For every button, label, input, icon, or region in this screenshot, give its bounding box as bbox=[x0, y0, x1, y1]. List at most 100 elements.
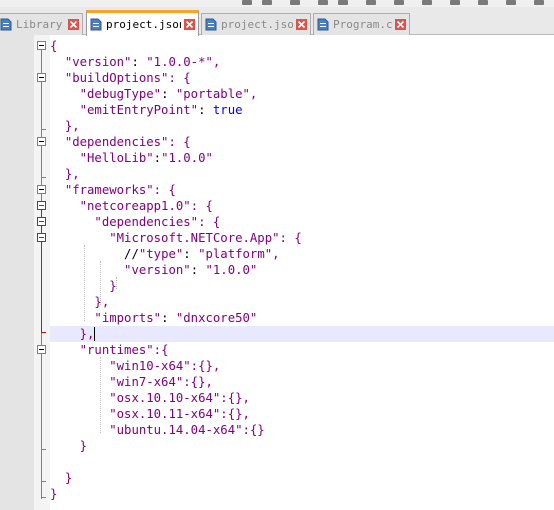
punct: } bbox=[79, 439, 88, 453]
fold-minus-icon[interactable] bbox=[37, 345, 46, 354]
fold-minus-icon[interactable] bbox=[37, 233, 46, 242]
json-key: "runtimes" bbox=[79, 343, 154, 357]
json-value: "1.0.0" bbox=[205, 263, 258, 277]
colon: : bbox=[153, 151, 162, 165]
toolbar-icon[interactable] bbox=[506, 0, 516, 5]
json-key: "win7-x64" bbox=[109, 375, 184, 389]
punct: :{} bbox=[242, 423, 265, 437]
json-key: "HelloLib" bbox=[79, 151, 154, 165]
json-key: "dependencies" bbox=[94, 215, 199, 229]
code-line-7: "dependencies": { bbox=[50, 134, 554, 150]
fold-end bbox=[41, 129, 46, 130]
toolbar-icon[interactable] bbox=[242, 0, 252, 5]
toolbar-icon[interactable] bbox=[534, 0, 544, 5]
fold-minus-icon[interactable] bbox=[37, 185, 46, 194]
toolbar-icon[interactable] bbox=[366, 0, 376, 5]
toolbar-icon[interactable] bbox=[450, 0, 460, 5]
fold-minus-icon[interactable] bbox=[37, 73, 46, 82]
fold-minus-icon[interactable] bbox=[37, 217, 46, 226]
json-key: "osx.10.11-x64" bbox=[109, 407, 221, 421]
json-key: "dependencies" bbox=[64, 135, 169, 149]
json-key: "frameworks" bbox=[64, 183, 154, 197]
toolbar-icon[interactable] bbox=[262, 0, 272, 5]
tab-bar: Library.cs project.json project.json bbox=[0, 7, 554, 36]
fold-end bbox=[41, 177, 46, 178]
punct: : { bbox=[168, 135, 191, 149]
comma: , bbox=[272, 247, 280, 261]
punct: : { bbox=[279, 231, 302, 245]
punct: :{}, bbox=[183, 375, 213, 389]
code-line-24: "osx.10.11-x64":{}, bbox=[50, 406, 554, 422]
punct: :{}, bbox=[220, 407, 250, 421]
colon: : bbox=[131, 55, 147, 69]
punct: }, bbox=[64, 119, 80, 133]
tab-project-json-active[interactable]: project.json bbox=[86, 10, 199, 36]
toolbar-icon[interactable] bbox=[422, 0, 432, 5]
punct: : { bbox=[153, 183, 176, 197]
code-line-23: "osx.10.10-x64":{}, bbox=[50, 390, 554, 406]
json-bool: true bbox=[212, 103, 243, 117]
fold-end bbox=[41, 481, 46, 482]
punct: }, bbox=[79, 327, 96, 341]
code-line-14: //"type": "platform", bbox=[50, 246, 554, 262]
tab-project-json[interactable]: project.json bbox=[201, 13, 311, 35]
json-value: "platform" bbox=[198, 247, 273, 261]
code-line-19-current: }, bbox=[50, 326, 554, 342]
code-line-22: "win7-x64":{}, bbox=[50, 374, 554, 390]
json-key: "buildOptions" bbox=[64, 71, 169, 85]
code-line-5: "emitEntryPoint": true bbox=[50, 102, 554, 118]
json-key: "version" bbox=[124, 263, 191, 277]
code-line-17: }, bbox=[50, 294, 554, 310]
fold-line-active bbox=[41, 210, 42, 332]
close-icon[interactable] bbox=[395, 19, 406, 30]
toolbar-icon[interactable] bbox=[478, 0, 488, 5]
fold-margin[interactable] bbox=[34, 35, 50, 510]
punct: :{}, bbox=[190, 359, 221, 373]
json-value: "1.0.0-*" bbox=[146, 55, 213, 69]
fold-minus-icon[interactable] bbox=[37, 41, 46, 50]
close-icon[interactable] bbox=[184, 19, 195, 30]
fold-end bbox=[41, 497, 46, 498]
json-key: "ubuntu.14.04-x64" bbox=[109, 423, 243, 437]
json-value: "dnxcore50" bbox=[175, 311, 258, 325]
colon: : bbox=[190, 263, 206, 277]
comma: , bbox=[212, 55, 221, 69]
close-icon[interactable] bbox=[296, 19, 307, 30]
tab-library-cs[interactable]: Library.cs bbox=[0, 13, 83, 35]
code-line-25: "ubuntu.14.04-x64":{} bbox=[50, 422, 554, 438]
tab-program-cs[interactable]: Program.cs bbox=[313, 13, 410, 35]
fold-end bbox=[41, 449, 46, 450]
code-line-8: "HelloLib":"1.0.0" bbox=[50, 150, 554, 166]
code-editor[interactable]: { "version": "1.0.0-*", "buildOptions": … bbox=[50, 35, 554, 510]
tab-label: Program.cs bbox=[333, 18, 392, 31]
code-line-16: } bbox=[50, 278, 554, 294]
fold-minus-icon[interactable] bbox=[37, 201, 46, 210]
toolbar-icon[interactable] bbox=[318, 0, 328, 5]
code-line-20: "runtimes":{ bbox=[50, 342, 554, 358]
punct: } bbox=[64, 471, 73, 485]
code-line-1: { bbox=[50, 38, 554, 54]
json-key: "netcoreapp1.0" bbox=[79, 199, 191, 213]
toolbar-strip bbox=[0, 0, 554, 7]
code-line-6: }, bbox=[50, 118, 554, 134]
brace: } bbox=[50, 487, 58, 501]
json-key: "emitEntryPoint" bbox=[79, 103, 199, 117]
code-line-10: "frameworks": { bbox=[50, 182, 554, 198]
colon: : bbox=[183, 247, 199, 261]
close-icon[interactable] bbox=[68, 19, 79, 30]
fold-minus-icon[interactable] bbox=[37, 137, 46, 146]
punct: :{}, bbox=[220, 391, 250, 405]
json-key: "osx.10.10-x64" bbox=[109, 391, 221, 405]
file-icon bbox=[205, 18, 217, 31]
punct: : { bbox=[168, 71, 191, 85]
punct: : { bbox=[190, 199, 213, 213]
toolbar-icon[interactable] bbox=[394, 0, 404, 5]
code-line-4: "debugType": "portable", bbox=[50, 86, 554, 102]
code-line-18: "imports": "dnxcore50" bbox=[50, 310, 554, 326]
tab-label: Library.cs bbox=[16, 18, 65, 31]
json-key: "type" bbox=[138, 247, 184, 261]
punct: }, bbox=[94, 295, 110, 309]
toolbar-icon[interactable] bbox=[338, 0, 348, 5]
toolbar-icon[interactable] bbox=[290, 0, 300, 5]
